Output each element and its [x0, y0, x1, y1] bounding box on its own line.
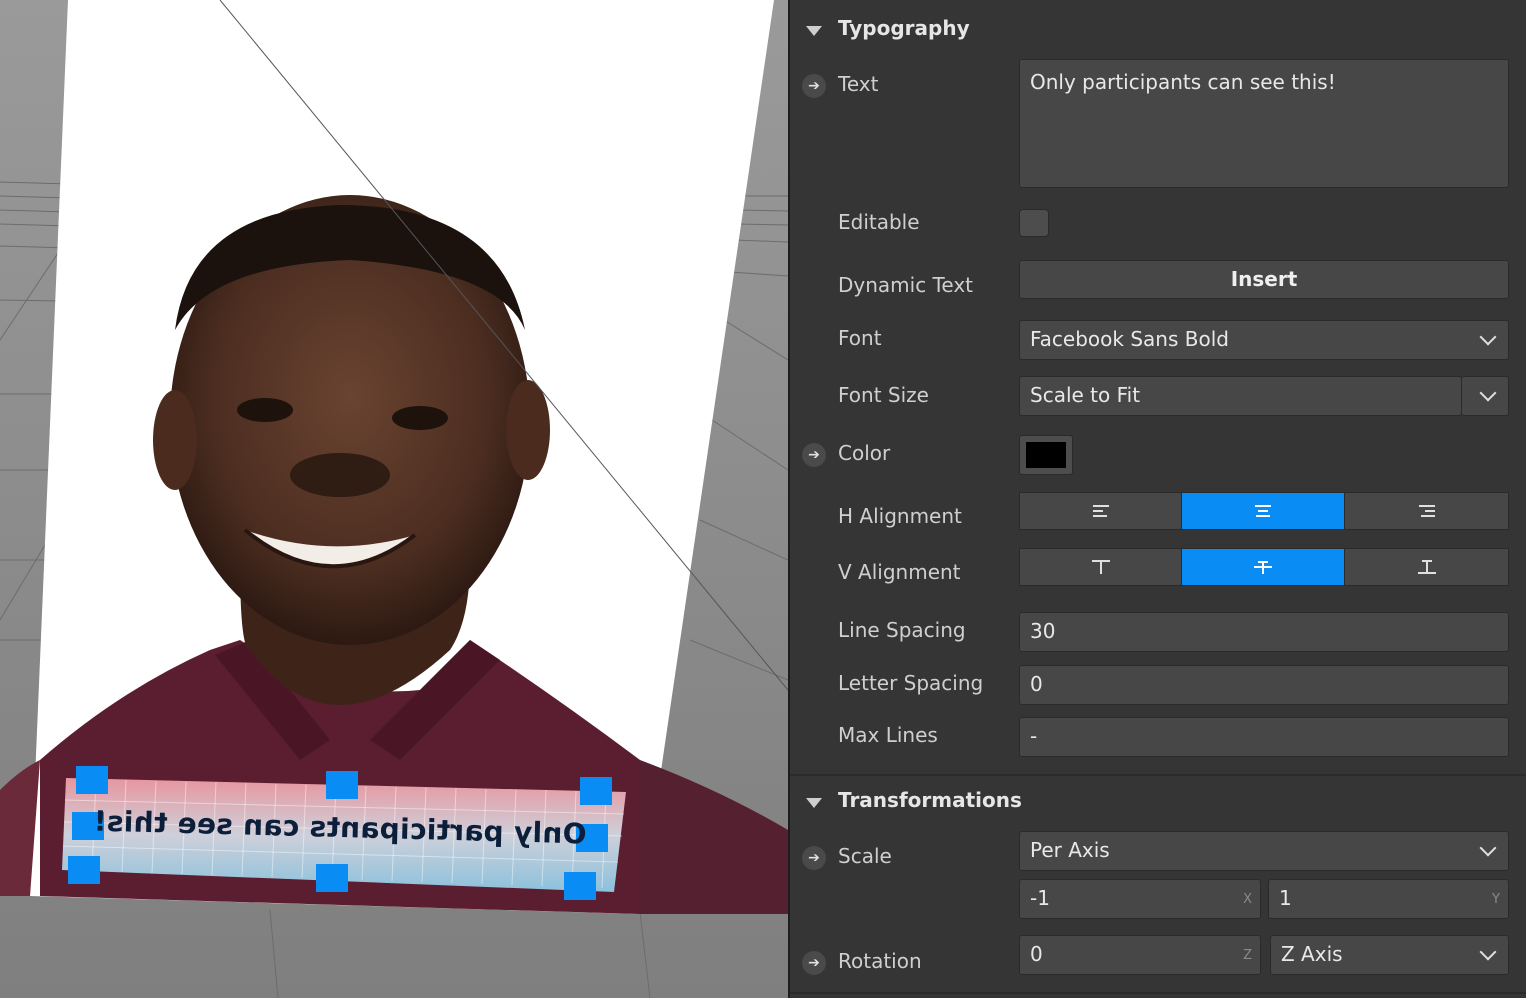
rotation-axis-dropdown[interactable]: Z Axis — [1270, 935, 1509, 975]
editable-checkbox[interactable] — [1019, 209, 1049, 237]
typography-section-header[interactable]: Typography — [790, 2, 1526, 58]
h-align-center-button[interactable] — [1181, 492, 1345, 530]
chevron-down-icon — [1479, 328, 1497, 346]
v-alignment-label: V Alignment — [838, 560, 961, 584]
valign-bottom-icon — [1417, 560, 1436, 574]
scale-mode-value: Per Axis — [1030, 838, 1110, 862]
editable-label: Editable — [838, 210, 920, 234]
h-alignment-label: H Alignment — [838, 504, 962, 528]
chevron-down-icon — [1479, 384, 1497, 402]
patch-arrow-icon[interactable]: ➔ — [802, 443, 826, 467]
inspector-panel: Typography ➔ Text Only participants can … — [790, 0, 1526, 998]
y-axis-tag: Y — [1492, 892, 1500, 907]
h-align-right-button[interactable] — [1344, 492, 1509, 530]
align-left-icon — [1092, 505, 1109, 517]
chevron-down-icon — [1479, 943, 1497, 961]
insert-button[interactable]: Insert — [1019, 260, 1509, 299]
letter-spacing-label: Letter Spacing — [838, 671, 984, 695]
collapse-triangle-icon[interactable] — [806, 26, 822, 36]
chevron-down-icon — [1479, 839, 1497, 857]
collapse-triangle-icon[interactable] — [806, 798, 822, 808]
color-label: Color — [838, 441, 891, 465]
v-align-bottom-button[interactable] — [1344, 548, 1509, 586]
font-size-label: Font Size — [838, 383, 929, 407]
max-lines-input[interactable]: - — [1019, 717, 1509, 757]
valign-middle-icon — [1254, 561, 1272, 574]
scale-x-input[interactable]: -1 X — [1019, 879, 1261, 919]
x-axis-tag: X — [1243, 892, 1252, 907]
line-spacing-input[interactable]: 30 — [1019, 612, 1509, 652]
rotation-axis-value: Z Axis — [1281, 942, 1343, 966]
scale-x-value: -1 — [1030, 886, 1050, 910]
font-dropdown[interactable]: Facebook Sans Bold — [1019, 320, 1509, 360]
patch-arrow-icon[interactable]: ➔ — [802, 951, 826, 975]
font-value: Facebook Sans Bold — [1030, 327, 1229, 351]
rotation-label: Rotation — [838, 949, 922, 973]
patch-arrow-icon[interactable]: ➔ — [802, 74, 826, 98]
max-lines-label: Max Lines — [838, 723, 938, 747]
transformations-title: Transformations — [838, 788, 1022, 812]
scene-viewport[interactable]: Only participants can see this! — [0, 0, 788, 998]
text-label: Text — [838, 72, 879, 96]
dynamic-text-label: Dynamic Text — [838, 273, 974, 297]
transformations-section-header[interactable]: Transformations — [790, 774, 1526, 830]
color-swatch-fill — [1026, 442, 1066, 468]
font-size-input[interactable]: Scale to Fit — [1019, 376, 1462, 416]
patch-arrow-icon[interactable]: ➔ — [802, 846, 826, 870]
font-size-dropdown-button[interactable] — [1461, 376, 1509, 416]
z-axis-tag: Z — [1243, 948, 1252, 963]
scale-mode-dropdown[interactable]: Per Axis — [1019, 831, 1509, 871]
section-separator — [790, 992, 1526, 994]
scale-y-input[interactable]: 1 Y — [1268, 879, 1509, 919]
align-right-icon — [1418, 505, 1435, 517]
rotation-value: 0 — [1030, 942, 1043, 966]
scale-y-value: 1 — [1279, 886, 1292, 910]
typography-title: Typography — [838, 16, 970, 40]
v-align-top-button[interactable] — [1019, 548, 1182, 586]
letter-spacing-input[interactable]: 0 — [1019, 665, 1509, 705]
text-textarea[interactable]: Only participants can see this! — [1019, 59, 1509, 188]
align-center-icon — [1255, 505, 1271, 517]
font-label: Font — [838, 326, 882, 350]
color-swatch[interactable] — [1019, 435, 1073, 475]
h-align-left-button[interactable] — [1019, 492, 1182, 530]
line-spacing-label: Line Spacing — [838, 618, 966, 642]
rotation-input[interactable]: 0 Z — [1019, 935, 1261, 975]
scale-label: Scale — [838, 844, 892, 868]
v-align-middle-button[interactable] — [1181, 548, 1345, 586]
valign-top-icon — [1091, 560, 1110, 574]
